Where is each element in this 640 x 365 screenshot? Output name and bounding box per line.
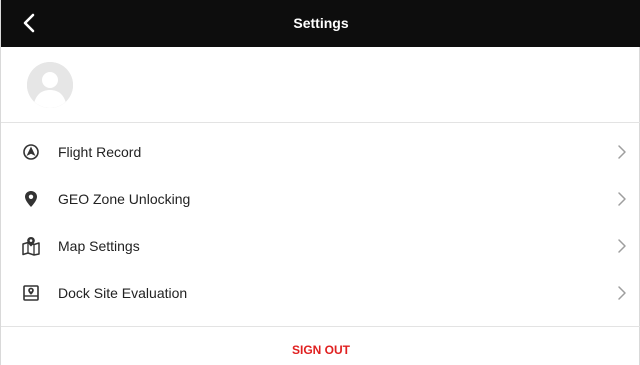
menu-item-map-settings[interactable]: Map Settings (1, 222, 640, 269)
menu-item-flight-record[interactable]: Flight Record (1, 128, 640, 175)
chevron-right-icon (618, 238, 626, 253)
chevron-right-icon (618, 191, 626, 206)
profile-section (1, 47, 640, 123)
map-icon (21, 236, 41, 256)
menu-item-geo-zone-unlocking[interactable]: GEO Zone Unlocking (1, 175, 640, 222)
menu-item-label: Map Settings (58, 237, 140, 254)
menu-item-label: GEO Zone Unlocking (58, 190, 191, 207)
menu-item-label: Flight Record (58, 143, 142, 160)
menu-item-label: Dock Site Evaluation (58, 284, 188, 301)
menu-item-dock-site-evaluation[interactable]: Dock Site Evaluation (1, 269, 640, 316)
settings-menu: Flight Record GEO Zone Unlocking Map Set… (1, 128, 640, 316)
dock-site-icon (21, 283, 41, 303)
top-bar: Settings (1, 0, 640, 47)
chevron-right-icon (618, 144, 626, 159)
signout-section: SIGN OUT (1, 326, 640, 365)
flight-record-icon (21, 142, 41, 162)
back-button[interactable] (15, 9, 43, 37)
chevron-right-icon (618, 285, 626, 300)
chevron-left-icon (23, 13, 35, 33)
settings-screen: Settings Flight Record GEO Zone Unlockin… (0, 0, 640, 365)
sign-out-button[interactable]: SIGN OUT (1, 327, 640, 365)
avatar[interactable] (27, 62, 73, 108)
page-title: Settings (293, 15, 349, 31)
default-avatar-icon (27, 62, 73, 108)
location-pin-icon (21, 189, 41, 209)
